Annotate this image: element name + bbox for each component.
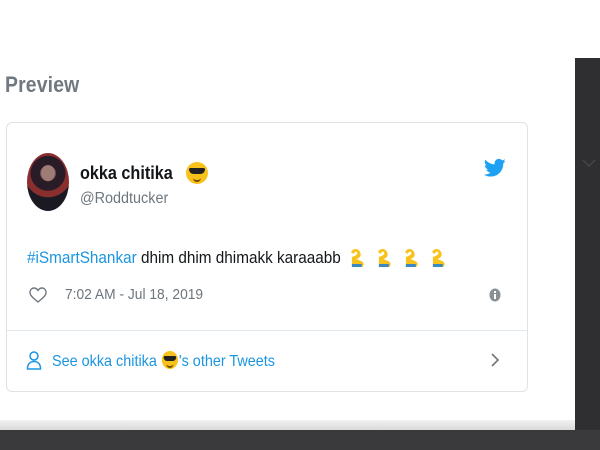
heart-icon[interactable] bbox=[29, 287, 47, 303]
see-other-tweets-link[interactable]: See okka chitika 's other Tweets bbox=[26, 348, 506, 374]
laughing-emoji-icon bbox=[405, 249, 418, 267]
laughing-emoji-icon bbox=[432, 249, 445, 267]
modal-backdrop-bottom[interactable] bbox=[0, 430, 600, 450]
see-other-tweets-label: See okka chitika 's other Tweets bbox=[52, 351, 275, 371]
info-icon[interactable] bbox=[489, 288, 501, 302]
tweet-text: #iSmartShankar dhim dhim dhimakk karaaab… bbox=[27, 246, 453, 268]
modal-backdrop[interactable] bbox=[575, 58, 600, 450]
avatar[interactable] bbox=[27, 153, 69, 211]
tweet-timestamp[interactable]: 7:02 AM - Jul 18, 2019 bbox=[65, 286, 203, 303]
laughing-emoji-icon bbox=[378, 249, 391, 267]
see-other-tweets-suffix: 's other Tweets bbox=[178, 353, 275, 370]
card-divider bbox=[7, 330, 527, 331]
user-name[interactable]: okka chitika bbox=[80, 163, 173, 184]
sunglasses-emoji-icon bbox=[186, 162, 208, 184]
user-handle[interactable]: @Roddtucker bbox=[80, 190, 168, 208]
tweet-body: dhim dhim dhimakk karaaabb bbox=[136, 248, 341, 267]
laughing-emoji-icon bbox=[351, 249, 364, 267]
modal-footer-edge bbox=[0, 420, 575, 430]
sunglasses-emoji-icon bbox=[161, 351, 178, 369]
see-other-tweets-prefix: See okka chitika bbox=[52, 353, 161, 370]
twitter-bird-icon[interactable] bbox=[484, 158, 506, 178]
hashtag-link[interactable]: #iSmartShankar bbox=[27, 248, 137, 267]
chevron-down-icon bbox=[582, 159, 596, 168]
chevron-right-icon bbox=[491, 353, 500, 367]
preview-heading: Preview bbox=[5, 72, 80, 97]
person-icon bbox=[26, 351, 42, 370]
